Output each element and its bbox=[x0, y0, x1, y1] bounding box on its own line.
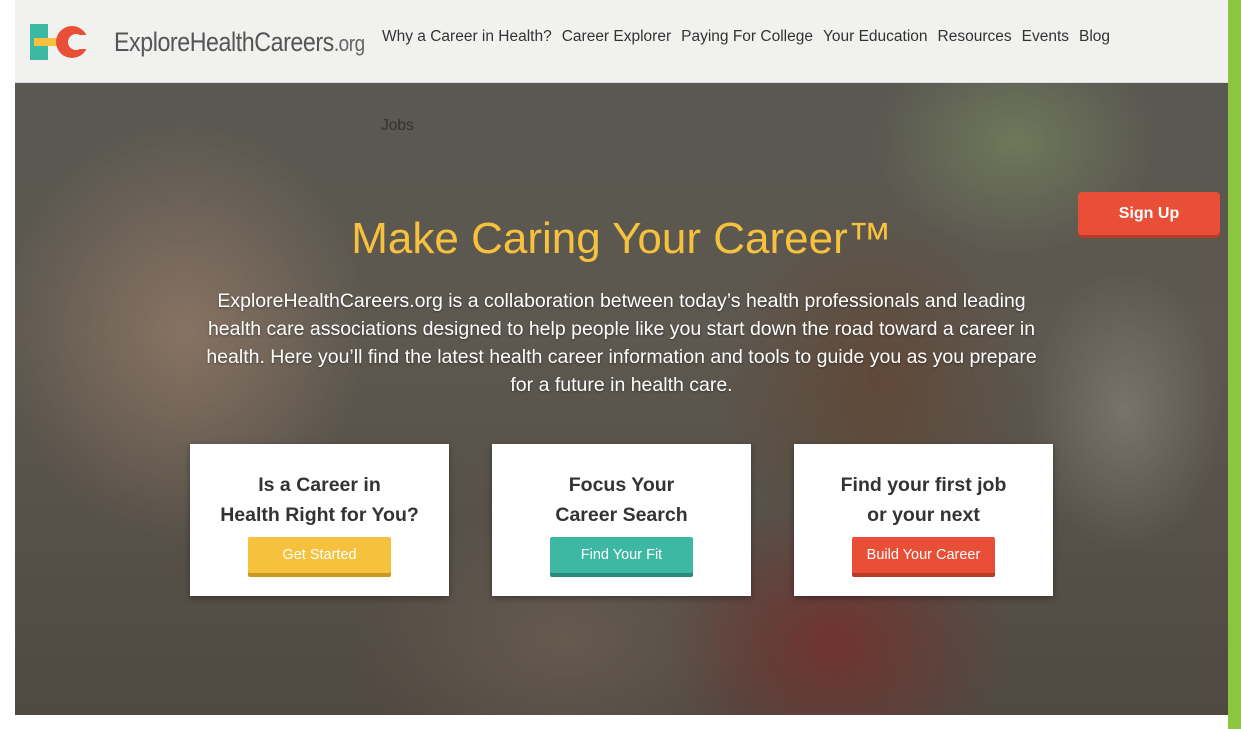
nav-item-why-career[interactable]: Why a Career in Health? bbox=[382, 28, 552, 46]
card-title-line1: Is a Career in bbox=[258, 474, 381, 496]
card-title-line2: Health Right for You? bbox=[220, 504, 419, 526]
card-find-first-job: Find your first job or your next Build Y… bbox=[794, 444, 1053, 596]
site-header: ExploreHealthCareers.org Why a Career in… bbox=[15, 0, 1228, 83]
nav-item-resources[interactable]: Resources bbox=[938, 28, 1012, 46]
card-title-line1: Find your first job bbox=[840, 474, 1007, 496]
site-logo[interactable]: ExploreHealthCareers.org bbox=[30, 22, 406, 62]
hero-description: ExploreHealthCareers.org is a collaborat… bbox=[206, 290, 1037, 396]
website-screenshot: ExploreHealthCareers.org Why a Career in… bbox=[15, 0, 1228, 715]
nav-item-career-explorer[interactable]: Career Explorer bbox=[562, 28, 671, 46]
nav-item-your-education[interactable]: Your Education bbox=[823, 28, 928, 46]
nav-item-paying-for-college[interactable]: Paying For College bbox=[681, 28, 813, 46]
card-title: Focus Your Career Search bbox=[492, 470, 751, 530]
nav-item-events[interactable]: Events bbox=[1022, 28, 1069, 46]
card-title: Is a Career in Health Right for You? bbox=[190, 470, 449, 530]
hero-section: Jobs Sign Up Make Caring Your Career™ Ex… bbox=[15, 82, 1228, 715]
hero-title: Make Caring Your Career™ bbox=[351, 214, 892, 263]
logo-name: ExploreHealthCareers bbox=[114, 26, 334, 57]
card-title-line2: or your next bbox=[867, 504, 980, 526]
find-your-fit-button[interactable]: Find Your Fit bbox=[550, 537, 693, 573]
card-focus-career-search: Focus Your Career Search Find Your Fit bbox=[492, 444, 751, 596]
slide-accent-bar bbox=[1228, 0, 1241, 729]
main-nav: Why a Career in Health? Career Explorer … bbox=[382, 28, 1120, 46]
card-title-line2: Career Search bbox=[555, 504, 688, 526]
ehc-logo-icon bbox=[30, 24, 104, 60]
logo-tld: .org bbox=[333, 30, 365, 56]
logo-wordmark: ExploreHealthCareers.org bbox=[114, 27, 365, 58]
card-career-right-for-you: Is a Career in Health Right for You? Get… bbox=[190, 444, 449, 596]
get-started-button[interactable]: Get Started bbox=[248, 537, 391, 573]
slide-accent-arrow bbox=[1229, 580, 1239, 596]
card-title-line1: Focus Your bbox=[568, 474, 675, 496]
nav-item-jobs[interactable]: Jobs bbox=[381, 117, 414, 135]
build-your-career-button[interactable]: Build Your Career bbox=[852, 537, 995, 573]
nav-item-blog[interactable]: Blog bbox=[1079, 28, 1110, 46]
card-title: Find your first job or your next bbox=[794, 470, 1053, 530]
